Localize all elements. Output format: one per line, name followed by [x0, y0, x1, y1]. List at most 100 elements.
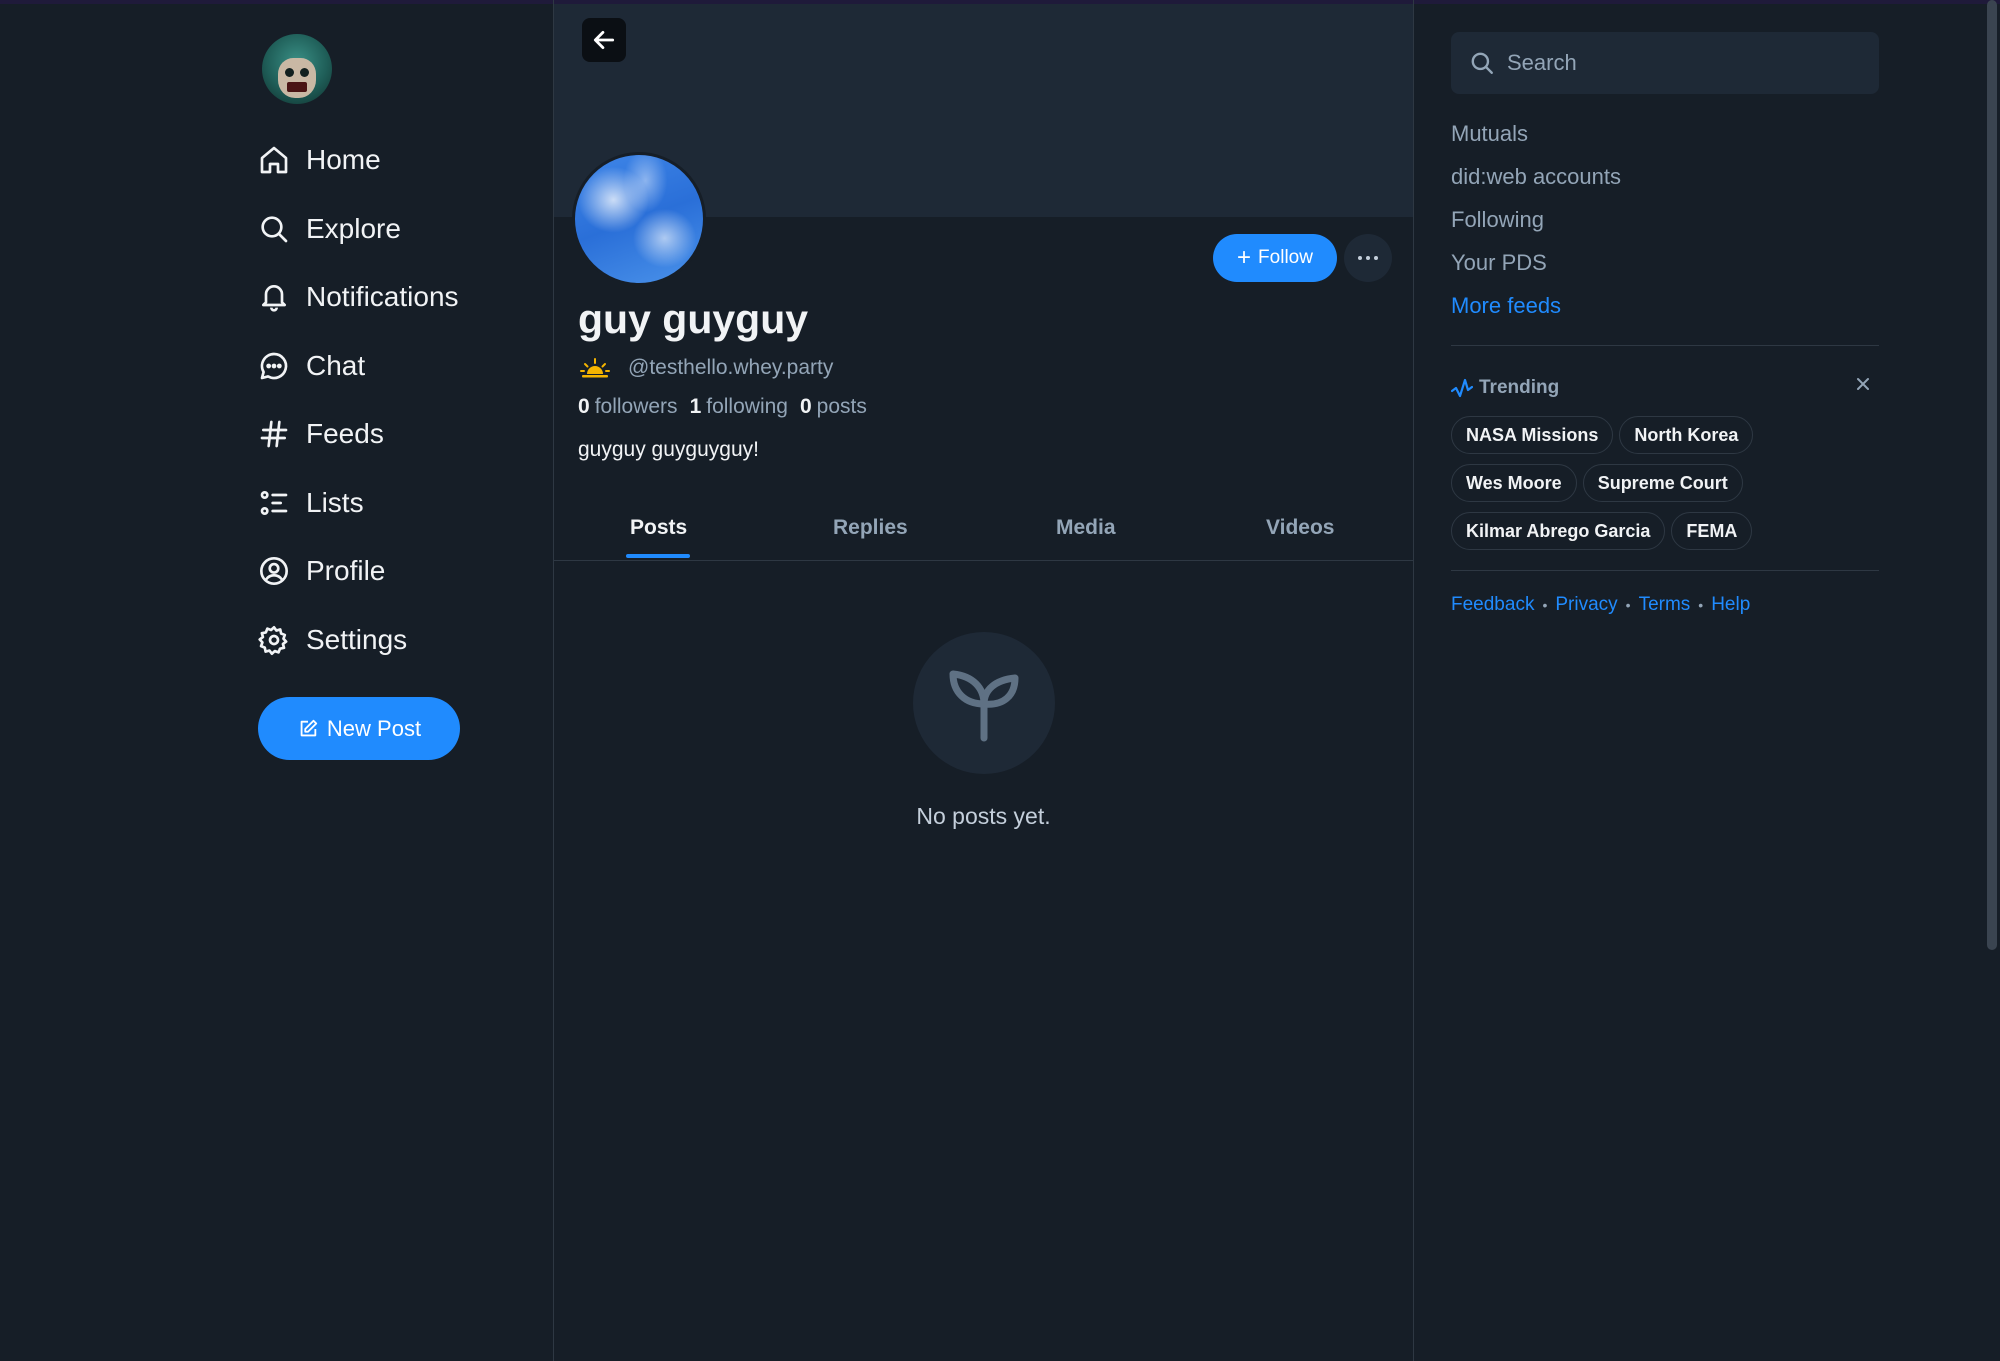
trending-topic[interactable]: FEMA — [1671, 512, 1753, 550]
follow-button[interactable]: + Follow — [1213, 234, 1337, 282]
help-link[interactable]: Help — [1711, 594, 1750, 616]
following-label: following — [706, 395, 788, 418]
search-box[interactable] — [1451, 32, 1879, 94]
home-icon — [260, 146, 288, 174]
trending-row: Kilmar Abrego Garcia FEMA — [1451, 512, 1879, 550]
close-icon — [1857, 378, 1869, 390]
app-root: Home Explore Notifications Chat Feeds Li… — [0, 0, 2000, 1361]
followers-stat[interactable]: 0 followers — [578, 395, 678, 419]
followers-count: 0 — [578, 395, 590, 418]
feed-link-mutuals[interactable]: Mutuals — [1451, 118, 1621, 161]
posts-label: posts — [816, 395, 867, 418]
profile-handle: @testhello.whey.party — [628, 356, 834, 379]
active-tab-indicator — [626, 554, 690, 558]
following-count: 1 — [689, 395, 702, 418]
hash-icon — [260, 420, 288, 448]
user-avatar[interactable] — [262, 34, 332, 104]
nav-item-label: Chat — [306, 349, 366, 381]
new-post-label: New Post — [326, 715, 422, 741]
feed-link-did-web-accounts[interactable]: did:web accounts — [1451, 161, 1621, 204]
chat-icon — [260, 352, 288, 380]
nav-item-label: Notifications — [306, 281, 459, 313]
following-stat[interactable]: 1 following — [690, 395, 788, 419]
trending-topic[interactable]: Kilmar Abrego Garcia — [1451, 512, 1666, 550]
arrow-left-icon — [593, 31, 615, 49]
empty-state-illustration — [913, 632, 1055, 774]
profile-stats: 0 followers 1 following 0 posts — [578, 395, 879, 419]
nav-item-label: Feeds — [306, 418, 384, 450]
new-post-button[interactable]: New Post — [258, 697, 460, 760]
follow-label: Follow — [1258, 247, 1313, 268]
trending-topic[interactable]: NASA Missions — [1451, 416, 1614, 454]
tab-videos[interactable]: Videos — [1266, 516, 1334, 540]
sunrise-icon — [580, 358, 610, 378]
ellipsis-icon — [1358, 256, 1378, 260]
search-input[interactable] — [1505, 49, 1869, 77]
avatar-eye — [300, 68, 309, 77]
page-scrollbar[interactable] — [1987, 0, 1997, 950]
privacy-link[interactable]: Privacy — [1555, 594, 1617, 616]
compose-icon — [300, 719, 318, 736]
sprout-icon — [949, 670, 1019, 742]
nav-item-lists[interactable]: Lists — [258, 469, 459, 538]
trending-icon — [1451, 378, 1473, 398]
tab-replies[interactable]: Replies — [833, 516, 908, 540]
divider — [1451, 345, 1879, 346]
left-navigation: Home Explore Notifications Chat Feeds Li… — [0, 0, 554, 1361]
posts-count: 0 — [799, 395, 812, 418]
nav-item-label: Lists — [306, 486, 364, 518]
tab-media[interactable]: Media — [1056, 516, 1116, 540]
followers-label: followers — [594, 395, 678, 418]
avatar-eye — [285, 68, 294, 77]
nav-item-explore[interactable]: Explore — [258, 195, 459, 264]
trending-topic[interactable]: North Korea — [1619, 416, 1754, 454]
trending-topic[interactable]: Supreme Court — [1582, 464, 1743, 502]
trending-row: NASA Missions North Korea — [1451, 416, 1879, 454]
nav-item-label: Settings — [306, 623, 408, 655]
profile-column: + Follow guy guyguy @testhello.whey.part… — [554, 0, 1414, 1361]
plus-icon: + — [1237, 244, 1252, 271]
trending-topics: NASA Missions North Korea Wes Moore Supr… — [1451, 416, 1879, 560]
feedback-link[interactable]: Feedback — [1451, 594, 1534, 616]
separator-dot: • — [1625, 597, 1631, 613]
search-icon — [1471, 52, 1493, 74]
back-button[interactable] — [582, 18, 626, 62]
tab-posts[interactable]: Posts — [630, 516, 687, 540]
close-trending-button[interactable] — [1855, 376, 1871, 397]
separator-dot: • — [1542, 597, 1548, 613]
gear-icon — [258, 625, 288, 655]
profile-bio: guyguy guyguyguy! — [578, 438, 759, 461]
posts-stat: 0 posts — [800, 395, 867, 419]
bell-icon — [262, 285, 286, 312]
nav-item-label: Home — [306, 144, 381, 176]
profile-avatar[interactable] — [572, 152, 706, 286]
nav-item-profile[interactable]: Profile — [258, 537, 459, 606]
feed-link-following[interactable]: Following — [1451, 204, 1621, 247]
trending-header: Trending — [1451, 374, 1879, 402]
list-icon — [260, 490, 288, 515]
nav-item-home[interactable]: Home — [258, 126, 459, 195]
nav-item-notifications[interactable]: Notifications — [258, 263, 459, 332]
trending-topic[interactable]: Wes Moore — [1451, 464, 1577, 502]
footer-links: Feedback • Privacy • Terms • Help — [1451, 594, 1750, 616]
nav-item-feeds[interactable]: Feeds — [258, 400, 459, 469]
avatar-mouth — [287, 82, 307, 92]
terms-link[interactable]: Terms — [1639, 594, 1691, 616]
trending-label: Trending — [1479, 377, 1560, 398]
feed-link-your-pds[interactable]: Your PDS — [1451, 247, 1621, 290]
more-feeds-link[interactable]: More feeds — [1451, 290, 1621, 333]
nav-list: Home Explore Notifications Chat Feeds Li… — [258, 126, 459, 674]
empty-state-text: No posts yet. — [916, 803, 1051, 829]
nav-item-settings[interactable]: Settings — [258, 606, 459, 675]
search-icon — [261, 216, 288, 243]
right-sidebar: Mutuals did:web accounts Following Your … — [1451, 0, 1881, 1361]
trending-row: Wes Moore Supreme Court — [1451, 464, 1879, 502]
avatar-face — [278, 58, 316, 98]
handle-row: @testhello.whey.party — [580, 356, 833, 380]
nav-item-chat[interactable]: Chat — [258, 332, 459, 401]
profile-tabs: Posts Replies Media Videos — [554, 500, 1413, 561]
nav-item-label: Profile — [306, 555, 386, 587]
more-options-button[interactable] — [1344, 234, 1392, 282]
feed-links: Mutuals did:web accounts Following Your … — [1451, 118, 1621, 333]
nav-item-label: Explore — [306, 212, 401, 244]
